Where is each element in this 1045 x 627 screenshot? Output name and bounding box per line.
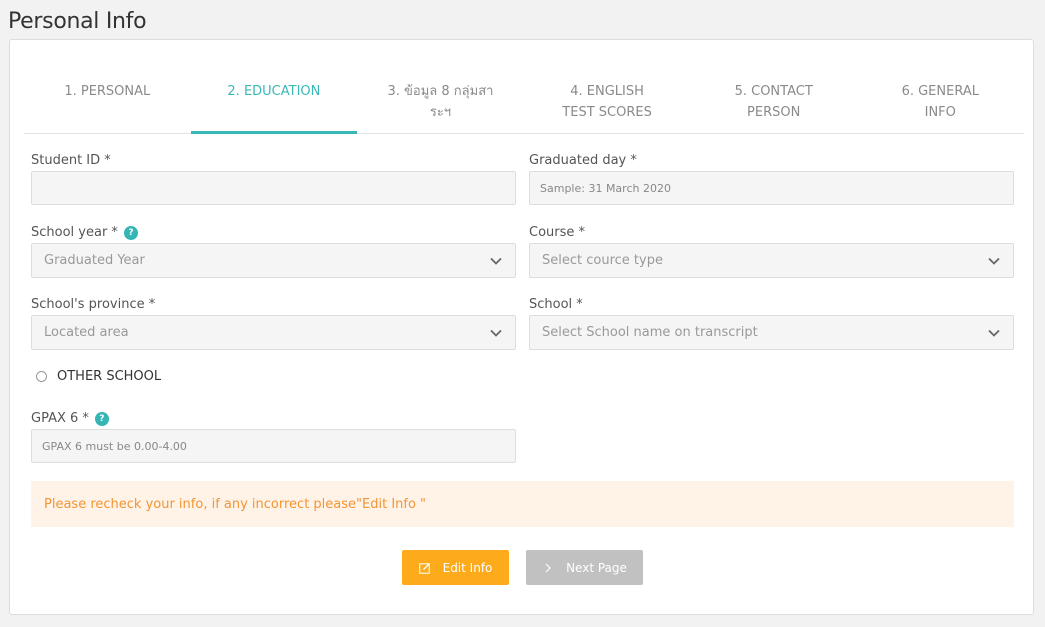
- tab-general-info[interactable]: 6. GENERAL INFO: [857, 74, 1024, 133]
- other-school-label: OTHER SCHOOL: [57, 369, 162, 384]
- help-icon[interactable]: ?: [94, 411, 109, 426]
- alert-text: Please recheck your info, if any incorre…: [44, 496, 427, 512]
- tab-english-test-scores[interactable]: 4. ENGLISH TEST SCORES: [524, 74, 691, 133]
- school-select[interactable]: Select School name on transcript: [529, 315, 1014, 350]
- gpax-label: GPAX 6 * ?: [31, 411, 109, 426]
- school-year-selected-value: Graduated Year: [44, 253, 145, 268]
- edit-icon: [418, 562, 430, 574]
- student-id-label-text: Student ID *: [31, 153, 111, 168]
- chevron-down-icon: [490, 329, 502, 337]
- school-province-label: School's province *: [31, 297, 155, 312]
- next-page-button[interactable]: Next Page: [526, 550, 643, 585]
- help-icon[interactable]: ?: [123, 225, 138, 240]
- school-province-label-text: School's province *: [31, 297, 156, 312]
- other-school-radio[interactable]: [36, 371, 47, 382]
- school-year-select[interactable]: Graduated Year: [31, 243, 516, 278]
- tab-education[interactable]: 2. EDUCATION: [190, 74, 358, 134]
- tab-8-subject-groups[interactable]: 3. ข้อมูล 8 กลุ่มสาระฯ: [357, 74, 524, 133]
- other-school-option[interactable]: OTHER SCHOOL: [36, 369, 161, 384]
- chevron-down-icon: [988, 329, 1000, 337]
- chevron-right-icon: [545, 563, 551, 572]
- gpax-label-text: GPAX 6 *: [31, 411, 89, 426]
- course-label: Course *: [529, 225, 585, 240]
- student-id-input[interactable]: [31, 171, 516, 205]
- recheck-info-alert: Please recheck your info, if any incorre…: [31, 481, 1014, 527]
- student-id-label: Student ID *: [31, 153, 111, 168]
- next-page-label: Next Page: [566, 560, 627, 575]
- school-province-selected-value: Located area: [44, 325, 129, 340]
- edit-info-button[interactable]: Edit Info: [402, 550, 509, 585]
- school-year-label: School year * ?: [31, 225, 138, 240]
- course-select[interactable]: Select cource type: [529, 243, 1014, 278]
- school-year-label-text: School year *: [31, 225, 118, 240]
- school-label-text: School *: [529, 297, 583, 312]
- page-title: Personal Info: [8, 9, 147, 34]
- graduated-day-label-text: Graduated day *: [529, 153, 637, 168]
- tab-contact-person[interactable]: 5. CONTACT PERSON: [690, 74, 857, 133]
- chevron-down-icon: [490, 257, 502, 265]
- gpax-input[interactable]: [31, 429, 516, 463]
- graduated-day-label: Graduated day *: [529, 153, 637, 168]
- chevron-down-icon: [988, 257, 1000, 265]
- course-label-text: Course *: [529, 225, 586, 240]
- graduated-day-input[interactable]: [529, 171, 1014, 205]
- school-selected-value: Select School name on transcript: [542, 325, 758, 340]
- school-label: School *: [529, 297, 583, 312]
- school-province-select[interactable]: Located area: [31, 315, 516, 350]
- course-selected-value: Select cource type: [542, 253, 663, 268]
- tab-personal[interactable]: 1. PERSONAL: [24, 74, 191, 133]
- step-tabs: 1. PERSONAL 2. EDUCATION 3. ข้อมูล 8 กลุ…: [24, 74, 1024, 134]
- education-form-card: 1. PERSONAL 2. EDUCATION 3. ข้อมูล 8 กลุ…: [9, 39, 1034, 615]
- edit-info-label: Edit Info: [442, 560, 493, 575]
